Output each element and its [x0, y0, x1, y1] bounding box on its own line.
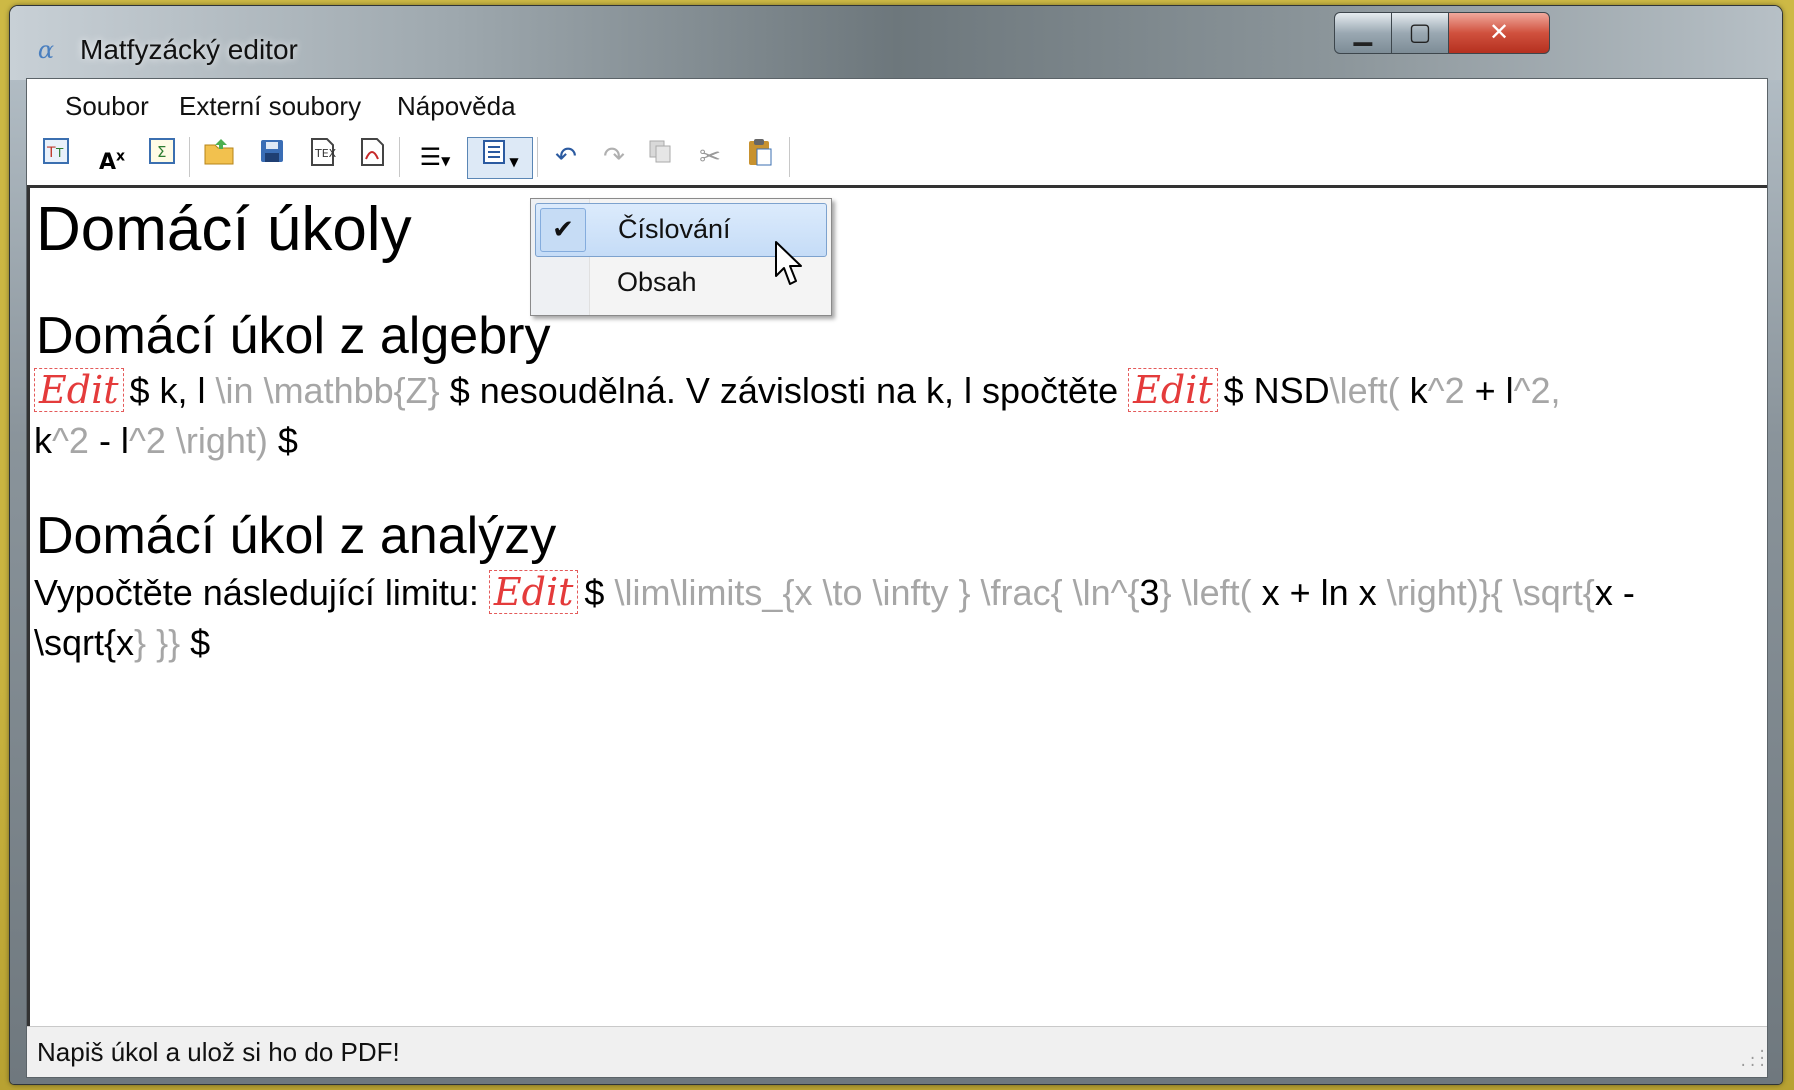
scissors-icon: ✂: [699, 142, 721, 172]
insert-formula-button[interactable]: Σ: [141, 137, 183, 177]
edit-formula-button[interactable]: Edit: [1128, 368, 1218, 412]
mouse-pointer-icon: [775, 241, 802, 285]
formula-text: k: [1409, 370, 1428, 411]
latex-command: \lim\limits_{x \to \infty } \frac{ \ln^{: [614, 572, 1140, 613]
analysis-line-2: \sqrt{x} }} $: [34, 622, 210, 664]
superscript-button[interactable]: Ax: [91, 137, 133, 177]
title-bar[interactable]: α Matfyzácký editor ▁ ▢ ✕: [10, 6, 1782, 80]
check-icon: ✔: [540, 208, 586, 252]
paste-button[interactable]: [739, 137, 781, 177]
formula-text: $: [584, 572, 605, 613]
paste-clipboard-icon: [745, 139, 775, 174]
edit-formula-button[interactable]: Edit: [488, 570, 579, 614]
status-text: Napiš úkol a ulož si ho do PDF!: [37, 1037, 400, 1067]
latex-command: } \left(: [1159, 572, 1252, 613]
tex-export-icon: TEX: [307, 138, 337, 174]
menu-soubor[interactable]: Soubor: [57, 87, 157, 126]
formula-text: + l: [1474, 370, 1514, 411]
latex-command: ^2 \right): [128, 420, 268, 461]
undo-button[interactable]: ↶: [545, 137, 587, 177]
analysis-line-1: Vypočtěte následující limitu: Edit $ \lim…: [34, 570, 1635, 614]
chevron-down-icon: ▼: [509, 155, 519, 169]
document-editor[interactable]: Domácí úkoly Domácí úkol z algebry Edit $…: [27, 185, 1767, 1028]
paragraph-text: Vypočtěte následující limitu:: [34, 572, 479, 613]
document-title: Domácí úkoly: [36, 195, 412, 264]
latex-command: \right)}{ \sqrt{: [1386, 572, 1595, 613]
paragraph-text: $ nesoudělná. V závislosti na k, l spočt…: [449, 370, 1119, 411]
toolbar-separator: [537, 137, 538, 177]
toolbar-separator: [189, 137, 190, 177]
app-window: α Matfyzácký editor ▁ ▢ ✕ Soubor Externí…: [10, 6, 1782, 1084]
export-tex-button[interactable]: TEX: [301, 137, 343, 177]
latex-command: \left(: [1329, 370, 1400, 411]
formula-text: $ NSD: [1223, 370, 1330, 411]
menu-item-label: Číslování: [618, 214, 731, 244]
latex-command: ^2: [52, 420, 89, 461]
superscript-icon: Ax: [98, 149, 126, 176]
alpha-app-icon: α: [37, 36, 55, 64]
menu-napoveda[interactable]: Nápověda: [389, 87, 524, 126]
latex-command: \in \mathbb{Z}: [215, 370, 440, 411]
close-button[interactable]: ✕: [1448, 12, 1550, 54]
client-area: Soubor Externí soubory Nápověda TT Ax Σ …: [26, 78, 1768, 1078]
latex-command: } }}: [134, 622, 181, 663]
formula-text: $ k, l: [129, 370, 206, 411]
status-bar: Napiš úkol a ulož si ho do PDF! · ·· ···: [27, 1026, 1767, 1077]
toolbar-separator: [399, 137, 400, 177]
document-list-icon: [481, 140, 509, 173]
window-title: Matfyzácký editor: [80, 34, 298, 65]
edit-formula-button[interactable]: Edit: [34, 368, 124, 412]
formula-icon: Σ: [148, 138, 176, 172]
formula-text: k: [34, 420, 52, 461]
bullet-list-icon: ☰: [419, 143, 442, 171]
new-document-button[interactable]: TT: [35, 137, 77, 177]
formula-text: x: [116, 622, 135, 663]
menu-item-label: Obsah: [617, 267, 697, 297]
menu-externi-soubory[interactable]: Externí soubory: [171, 87, 369, 126]
latex-command: ^2: [1427, 370, 1465, 411]
algebra-line-1: Edit $ k, l \in \mathbb{Z} $ nesoudělná. …: [34, 368, 1561, 412]
formula-text: \sqrt{: [34, 622, 117, 663]
svg-text:T: T: [46, 145, 56, 161]
menu-bar: Soubor Externí soubory Nápověda: [27, 79, 1767, 129]
maximize-icon: ▢: [1408, 18, 1432, 46]
numbering-toc-dropdown[interactable]: ▼: [467, 137, 533, 179]
copy-button[interactable]: [639, 137, 681, 177]
open-folder-icon: [203, 139, 237, 174]
list-style-dropdown[interactable]: ☰▼: [407, 137, 463, 177]
resize-grip-icon[interactable]: · ·· ···: [1739, 1045, 1766, 1073]
formula-text: x -: [1594, 572, 1635, 613]
redo-button[interactable]: ↷: [593, 137, 635, 177]
minimize-icon: ▁: [1353, 18, 1373, 46]
copy-icon: [646, 140, 674, 172]
maximize-button[interactable]: ▢: [1391, 12, 1449, 54]
redo-icon: ↷: [603, 142, 625, 172]
formula-text: x + ln x: [1261, 572, 1377, 613]
export-pdf-button[interactable]: [351, 137, 393, 177]
close-icon: ✕: [1488, 18, 1510, 46]
formula-text: 3: [1139, 572, 1160, 613]
svg-text:TEX: TEX: [314, 147, 337, 160]
svg-text:T: T: [55, 146, 64, 160]
section-heading-analysis: Domácí úkol z analýzy: [36, 507, 557, 565]
pdf-icon: [357, 138, 387, 174]
algebra-line-2: k^2 - l^2 \right) $: [34, 420, 298, 462]
toolbar: TT Ax Σ TEX ☰▼ ▼ ↶ ↷ ✂: [27, 129, 1767, 185]
undo-icon: ↶: [555, 142, 577, 172]
open-button[interactable]: [199, 137, 241, 177]
svg-text:Σ: Σ: [157, 143, 166, 161]
formula-text: $: [190, 622, 211, 663]
chevron-down-icon: ▼: [441, 154, 451, 168]
latex-command: ^2,: [1513, 370, 1561, 411]
formula-text: - l: [98, 420, 129, 461]
formula-text: $: [277, 420, 298, 461]
minimize-button[interactable]: ▁: [1334, 12, 1392, 54]
section-heading-algebra: Domácí úkol z algebry: [36, 307, 551, 365]
save-disk-icon: [258, 140, 286, 172]
save-button[interactable]: [251, 137, 293, 177]
cut-button[interactable]: ✂: [689, 137, 731, 177]
toolbar-separator: [789, 137, 790, 177]
new-document-icon: TT: [42, 138, 70, 172]
